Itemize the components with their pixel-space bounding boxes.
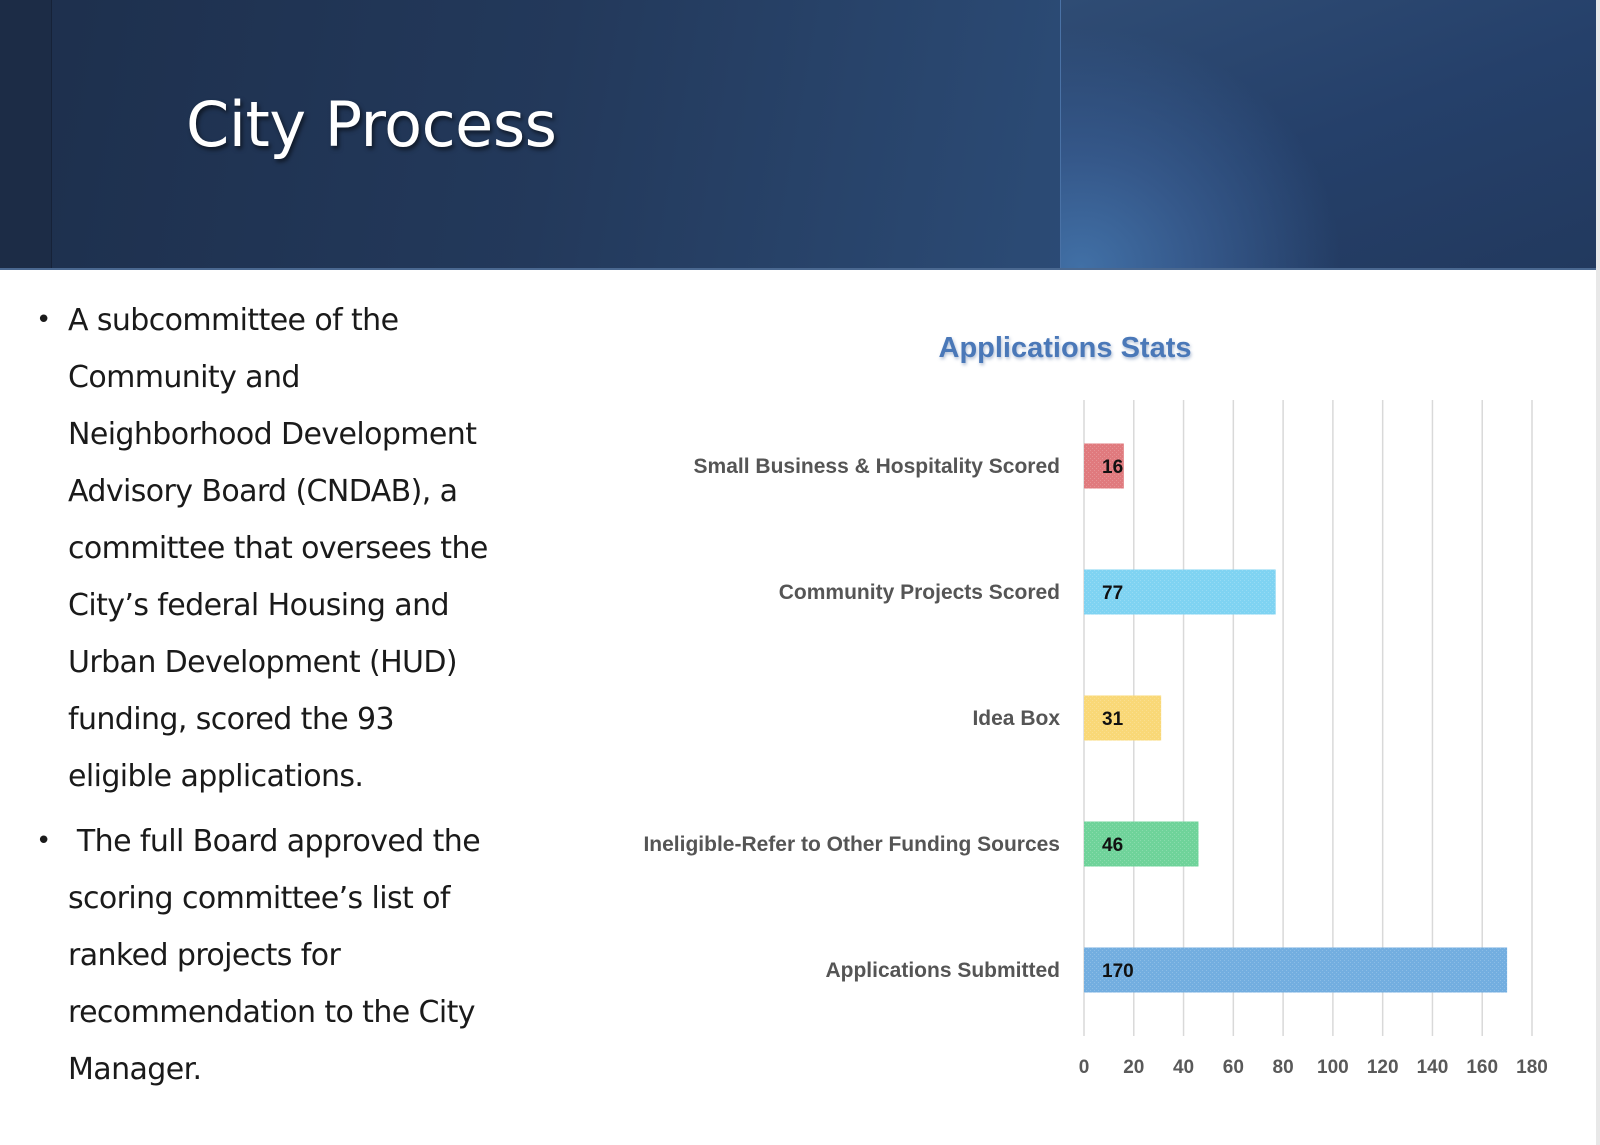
bar-value-label: 16	[1102, 457, 1123, 478]
x-tick-label: 0	[1079, 1057, 1090, 1078]
bar-chart: 16 77 31 46 170 0 20 40 60 80 100 120 140 160 180 Sma…	[643, 400, 1548, 1078]
x-tick-label: 100	[1317, 1057, 1349, 1078]
x-tick-label: 80	[1273, 1057, 1294, 1078]
x-tick-label: 160	[1466, 1057, 1498, 1078]
category-label: Community Projects Scored	[779, 581, 1060, 604]
category-label: Small Business & Hospitality Scored	[694, 455, 1060, 478]
x-tick-label: 20	[1123, 1057, 1144, 1078]
x-tick-label: 180	[1516, 1057, 1548, 1078]
bar-value-label: 170	[1102, 961, 1134, 982]
bar-value-label: 77	[1102, 583, 1123, 604]
category-label: Idea Box	[972, 707, 1060, 730]
bar-value-label: 46	[1102, 835, 1123, 856]
x-tick-label: 40	[1173, 1057, 1194, 1078]
category-label: Applications Submitted	[825, 959, 1060, 982]
x-tick-label: 120	[1367, 1057, 1399, 1078]
bars: 16 77 31 46 170	[1084, 443, 1508, 993]
x-axis-ticks: 0 20 40 60 80 100 120 140 160 180	[1079, 1057, 1548, 1078]
bar-value-label: 31	[1102, 709, 1124, 730]
x-tick-label: 60	[1223, 1057, 1244, 1078]
x-tick-label: 140	[1417, 1057, 1449, 1078]
bar-texture	[1084, 947, 1508, 993]
category-label: Ineligible-Refer to Other Funding Source…	[643, 833, 1060, 856]
category-labels: Small Business & Hospitality Scored Commu…	[643, 455, 1060, 982]
